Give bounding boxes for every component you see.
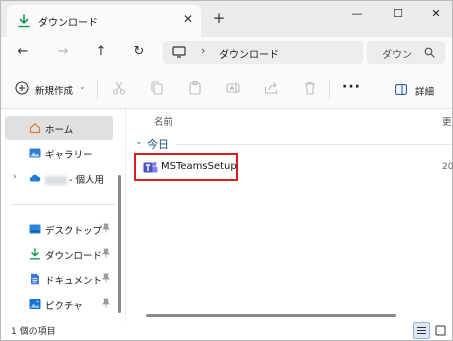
tab-close-button[interactable]: ✕ (181, 12, 195, 28)
horizontal-scrollbar[interactable] (146, 314, 396, 317)
expand-chevron-icon[interactable]: › (13, 172, 17, 182)
document-icon (31, 273, 39, 285)
maximize-button[interactable]: ☐ (383, 4, 413, 24)
sidebar-item-pictures[interactable]: ピクチャ (5, 292, 113, 316)
navigation-bar: ← → ↑ ↻ › ダウンロード ダウン (1, 37, 452, 67)
share-icon[interactable] (263, 80, 279, 96)
search-placeholder: ダウン (382, 50, 412, 61)
file-name: MSTeamsSetup (161, 161, 237, 172)
column-header-name[interactable]: 名前 (154, 114, 173, 128)
pin-icon[interactable] (102, 248, 110, 258)
sidebar-item-documents[interactable]: ドキュメント (5, 267, 113, 291)
onedrive-icon (29, 174, 41, 182)
title-bar: ダウンロード ✕ + — ☐ ✕ (1, 1, 452, 37)
sidebar-item-label: - 個人用 (69, 175, 104, 186)
sidebar-item-label: ホーム (45, 125, 74, 136)
breadcrumb-downloads[interactable]: ダウンロード (219, 46, 279, 61)
sidebar-item-downloads[interactable]: ダウンロード (5, 242, 113, 266)
more-options-button[interactable]: ··· (342, 79, 361, 95)
sidebar-item-desktop[interactable]: デスクトップ (5, 217, 113, 241)
details-label: 詳細 (415, 87, 435, 98)
delete-icon[interactable] (302, 80, 318, 96)
chevron-down-icon: ⌄ (79, 82, 86, 91)
plus-circle-icon (15, 81, 29, 95)
toolbar-divider (97, 81, 98, 99)
sidebar-item-label: デスクトップ (45, 226, 103, 237)
download-icon (29, 248, 41, 260)
tab-downloads[interactable]: ダウンロード ✕ (7, 5, 201, 37)
sidebar-item-onedrive[interactable]: › - 個人用 (5, 166, 113, 190)
new-button-label: 新規作成 (35, 86, 74, 97)
collapse-chevron-icon: ⌄ (135, 137, 143, 147)
file-explorer-window: ダウンロード ✕ + — ☐ ✕ ← → ↑ ↻ › ダウンロード ダウン 新規… (0, 0, 453, 341)
back-button[interactable]: ← (11, 41, 35, 63)
item-count: 1 個の項目 (11, 327, 56, 337)
copy-icon[interactable] (149, 80, 165, 96)
sidebar-scrollbar[interactable] (118, 175, 121, 313)
download-icon (18, 14, 30, 28)
close-button[interactable]: ✕ (421, 4, 451, 24)
navigation-pane: ホーム ギャラリー › - 個人用 デスクトップ ダウンロード ドキュメント ピ… (1, 109, 121, 321)
file-date-modified: 20 (442, 162, 453, 172)
sidebar-item-label: ドキュメント (45, 276, 103, 287)
status-bar: 1 個の項目 (1, 321, 452, 340)
minimize-button[interactable]: — (342, 4, 372, 24)
teams-icon (143, 162, 158, 173)
list-view-icon (417, 327, 426, 334)
pin-icon[interactable] (102, 223, 110, 233)
tiles-view-button[interactable] (432, 322, 449, 339)
file-item-msteamssetup[interactable]: MSTeamsSetup (134, 153, 238, 181)
paste-icon[interactable] (187, 80, 203, 96)
tab-title: ダウンロード (38, 18, 98, 29)
sidebar-item-gallery[interactable]: ギャラリー (5, 141, 113, 165)
sidebar-item-label: ダウンロード (45, 251, 103, 262)
breadcrumb-chevron-icon: › (201, 44, 206, 57)
details-pane-icon (395, 84, 407, 95)
home-icon (29, 123, 41, 134)
sidebar-item-label: ピクチャ (45, 301, 83, 312)
details-view-button[interactable] (413, 322, 430, 339)
search-box[interactable]: ダウン (367, 41, 445, 64)
pin-icon[interactable] (102, 298, 110, 308)
sidebar-item-label: ギャラリー (45, 150, 93, 161)
sidebar-item-home[interactable]: ホーム (5, 116, 113, 140)
group-divider (177, 144, 452, 145)
sidebar-divider (11, 204, 115, 205)
pane-splitter[interactable] (125, 109, 126, 321)
new-tab-button[interactable]: + (211, 10, 227, 26)
group-label: 今日 (147, 138, 169, 151)
desktop-icon (29, 224, 41, 234)
gallery-icon (29, 148, 41, 158)
forward-button[interactable]: → (51, 41, 75, 63)
tiles-view-icon (435, 325, 446, 336)
column-header-date[interactable]: 更 (442, 114, 452, 128)
pin-icon[interactable] (102, 273, 110, 283)
command-bar: 新規作成 ⌄ ··· 詳細 (1, 67, 452, 109)
redacted-account-name (45, 176, 67, 185)
refresh-button[interactable]: ↻ (127, 41, 151, 63)
up-button[interactable]: ↑ (89, 41, 113, 63)
rename-icon[interactable] (225, 80, 241, 96)
toolbar-divider (329, 81, 330, 99)
pictures-icon (29, 299, 41, 309)
address-bar[interactable]: › ダウンロード (163, 41, 363, 64)
content-area: ホーム ギャラリー › - 個人用 デスクトップ ダウンロード ドキュメント ピ… (1, 109, 453, 321)
this-pc-icon (172, 46, 186, 58)
cut-icon[interactable] (111, 80, 127, 96)
search-icon (424, 47, 435, 58)
